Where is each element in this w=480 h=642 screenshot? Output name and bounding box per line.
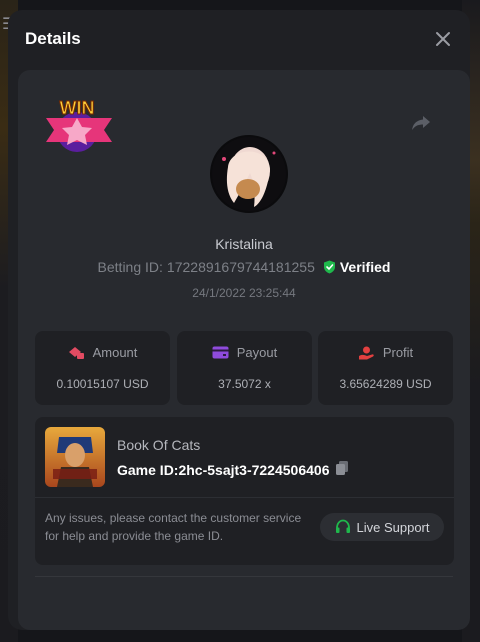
betting-id-label: Betting ID: xyxy=(97,259,163,275)
betting-id-row: Betting ID: 1722891679744181255 Verified xyxy=(18,259,470,275)
username: Kristalina xyxy=(215,236,273,252)
game-info-box: Book Of Cats Game ID: 2hc-5sajt3-7224506… xyxy=(35,417,454,565)
verified-badge: Verified xyxy=(323,259,391,275)
modal-title: Details xyxy=(25,29,81,48)
stat-payout: Payout 37.5072 x xyxy=(177,331,312,405)
stat-profit-value: 3.65624289 USD xyxy=(339,377,432,391)
details-modal: Details WIN Kristalina Betting ID: 17228… xyxy=(8,10,470,630)
win-badge-icon: WIN xyxy=(46,98,112,152)
live-support-label: Live Support xyxy=(356,519,430,535)
close-icon xyxy=(436,32,450,46)
copy-button[interactable] xyxy=(335,460,349,479)
headset-icon xyxy=(335,519,350,533)
stat-amount: Amount 0.10015107 USD xyxy=(35,331,170,405)
profit-hand-icon xyxy=(358,346,374,359)
game-thumbnail-image xyxy=(45,427,105,487)
stat-profit: Profit 3.65624289 USD xyxy=(318,331,453,405)
stat-amount-value: 0.10015107 USD xyxy=(56,377,149,391)
payout-card-icon xyxy=(212,346,229,359)
share-button[interactable] xyxy=(410,112,432,134)
game-divider xyxy=(35,497,454,498)
game-name: Book Of Cats xyxy=(117,437,201,453)
betting-id-value: 1722891679744181255 xyxy=(166,259,315,275)
bet-timestamp: 24/1/2022 23:25:44 xyxy=(192,286,296,300)
game-id-row: Game ID: 2hc-5sajt3-7224506406 xyxy=(117,460,349,479)
share-arrow-icon xyxy=(412,116,430,130)
win-badge-text: WIN xyxy=(60,98,95,118)
game-id-label: Game ID: xyxy=(117,461,179,478)
verified-label: Verified xyxy=(339,259,391,275)
stat-amount-label: Amount xyxy=(92,345,138,360)
bet-details-card: WIN Kristalina Betting ID: 1722891679744… xyxy=(18,70,470,630)
game-thumbnail[interactable] xyxy=(45,427,105,487)
stat-profit-label: Profit xyxy=(382,345,414,360)
support-notice: Any issues, please contact the customer … xyxy=(45,511,302,543)
amount-icon xyxy=(68,346,84,359)
anime-avatar-image xyxy=(212,137,286,211)
shield-check-icon xyxy=(323,260,335,274)
bottom-divider xyxy=(35,576,453,577)
close-button[interactable] xyxy=(434,30,452,48)
avatar xyxy=(210,135,288,213)
game-id-value: 2hc-5sajt3-7224506406 xyxy=(178,461,330,478)
stat-payout-label: Payout xyxy=(236,345,278,360)
live-support-button[interactable]: Live Support xyxy=(320,513,444,541)
stat-payout-value: 37.5072 x xyxy=(218,377,271,391)
copy-icon xyxy=(336,461,349,475)
